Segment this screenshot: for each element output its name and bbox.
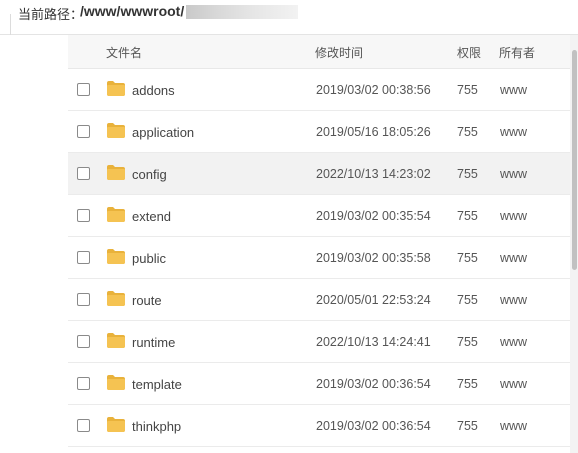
file-owner[interactable]: www xyxy=(500,377,527,391)
file-row[interactable]: addons 2019/03/02 00:38:56 755 www xyxy=(68,69,570,111)
file-permission[interactable]: 755 xyxy=(457,209,478,223)
row-checkbox[interactable] xyxy=(77,293,90,306)
file-name[interactable]: template xyxy=(132,377,182,392)
file-mtime: 2019/03/02 00:38:56 xyxy=(316,83,431,97)
file-mtime: 2019/03/02 00:35:58 xyxy=(316,251,431,265)
panel-divider xyxy=(0,14,11,36)
file-mtime: 2020/05/01 22:53:24 xyxy=(316,293,431,307)
file-permission[interactable]: 755 xyxy=(457,377,478,391)
file-name[interactable]: public xyxy=(132,251,166,266)
current-path[interactable]: /www/wwwroot/ xyxy=(80,3,184,19)
file-owner[interactable]: www xyxy=(500,293,527,307)
file-owner[interactable]: www xyxy=(500,209,527,223)
folder-icon xyxy=(107,123,125,138)
row-checkbox[interactable] xyxy=(77,251,90,264)
file-permission[interactable]: 755 xyxy=(457,419,478,433)
file-mtime: 2019/03/02 00:36:54 xyxy=(316,377,431,391)
path-bar: 当前路径： /www/wwwroot/ xyxy=(0,0,578,36)
folder-icon xyxy=(107,81,125,96)
file-mtime: 2019/03/02 00:35:54 xyxy=(316,209,431,223)
folder-icon xyxy=(107,375,125,390)
file-permission[interactable]: 755 xyxy=(457,167,478,181)
file-owner[interactable]: www xyxy=(500,335,527,349)
file-owner[interactable]: www xyxy=(500,419,527,433)
file-row[interactable]: template 2019/03/02 00:36:54 755 www xyxy=(68,363,570,405)
file-list-header: 文件名 修改时间 权限 所有者 xyxy=(68,35,570,69)
file-mtime: 2019/03/02 00:36:54 xyxy=(316,419,431,433)
scrollbar-thumb[interactable] xyxy=(572,50,577,270)
file-name[interactable]: addons xyxy=(132,83,175,98)
file-name[interactable]: application xyxy=(132,125,194,140)
file-mtime: 2019/05/16 18:05:26 xyxy=(316,125,431,139)
row-checkbox[interactable] xyxy=(77,377,90,390)
folder-icon xyxy=(107,417,125,432)
row-checkbox[interactable] xyxy=(77,125,90,138)
column-header-owner[interactable]: 所有者 xyxy=(499,44,535,61)
row-checkbox[interactable] xyxy=(77,335,90,348)
path-label: 当前路径： xyxy=(18,7,84,22)
file-mtime: 2022/10/13 14:23:02 xyxy=(316,167,431,181)
file-name[interactable]: config xyxy=(132,167,167,182)
file-name[interactable]: thinkphp xyxy=(132,419,181,434)
file-row[interactable]: extend 2019/03/02 00:35:54 755 www xyxy=(68,195,570,237)
column-header-perm[interactable]: 权限 xyxy=(457,44,481,61)
file-name[interactable]: runtime xyxy=(132,335,175,350)
column-header-name[interactable]: 文件名 xyxy=(106,44,142,61)
folder-icon xyxy=(107,291,125,306)
row-checkbox[interactable] xyxy=(77,83,90,96)
file-permission[interactable]: 755 xyxy=(457,83,478,97)
file-owner[interactable]: www xyxy=(500,83,527,97)
side-panel xyxy=(0,35,69,453)
file-name[interactable]: extend xyxy=(132,209,171,224)
file-permission[interactable]: 755 xyxy=(457,293,478,307)
folder-icon xyxy=(107,165,125,180)
file-row[interactable]: config 2022/10/13 14:23:02 755 www xyxy=(68,153,570,195)
file-row[interactable]: runtime 2022/10/13 14:24:41 755 www xyxy=(68,321,570,363)
file-permission[interactable]: 755 xyxy=(457,251,478,265)
file-row[interactable]: thinkphp 2019/03/02 00:36:54 755 www xyxy=(68,405,570,447)
row-checkbox[interactable] xyxy=(77,209,90,222)
file-row[interactable]: public 2019/03/02 00:35:58 755 www xyxy=(68,237,570,279)
file-owner[interactable]: www xyxy=(500,125,527,139)
file-owner[interactable]: www xyxy=(500,167,527,181)
file-mtime: 2022/10/13 14:24:41 xyxy=(316,335,431,349)
folder-icon xyxy=(107,249,125,264)
file-permission[interactable]: 755 xyxy=(457,335,478,349)
row-checkbox[interactable] xyxy=(77,167,90,180)
row-checkbox[interactable] xyxy=(77,419,90,432)
file-row[interactable]: route 2020/05/01 22:53:24 755 www xyxy=(68,279,570,321)
file-row[interactable]: application 2019/05/16 18:05:26 755 www xyxy=(68,111,570,153)
folder-icon xyxy=(107,207,125,222)
file-permission[interactable]: 755 xyxy=(457,125,478,139)
column-header-mtime[interactable]: 修改时间 xyxy=(315,44,363,61)
file-name[interactable]: route xyxy=(132,293,162,308)
redacted-path-segment xyxy=(186,5,298,19)
file-list: 文件名 修改时间 权限 所有者 addons 2019/03/02 00:38:5… xyxy=(68,35,570,453)
file-owner[interactable]: www xyxy=(500,251,527,265)
folder-icon xyxy=(107,333,125,348)
